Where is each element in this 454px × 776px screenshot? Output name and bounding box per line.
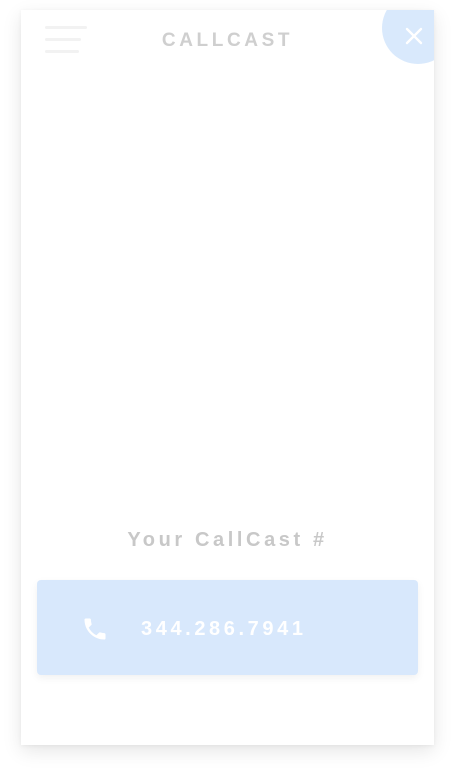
menu-bar xyxy=(45,26,87,29)
phone-icon xyxy=(84,618,106,640)
call-number-button[interactable]: 344.286.7941 xyxy=(37,580,418,675)
close-button[interactable] xyxy=(382,10,434,64)
phone-number: 344.286.7941 xyxy=(141,618,307,640)
number-label: Your CallCast # xyxy=(127,529,328,551)
app-title: CALLCAST xyxy=(161,30,294,51)
close-icon xyxy=(405,27,423,45)
app-screen: CALLCAST Your CallCast # 344.286.7941 xyxy=(21,10,434,745)
